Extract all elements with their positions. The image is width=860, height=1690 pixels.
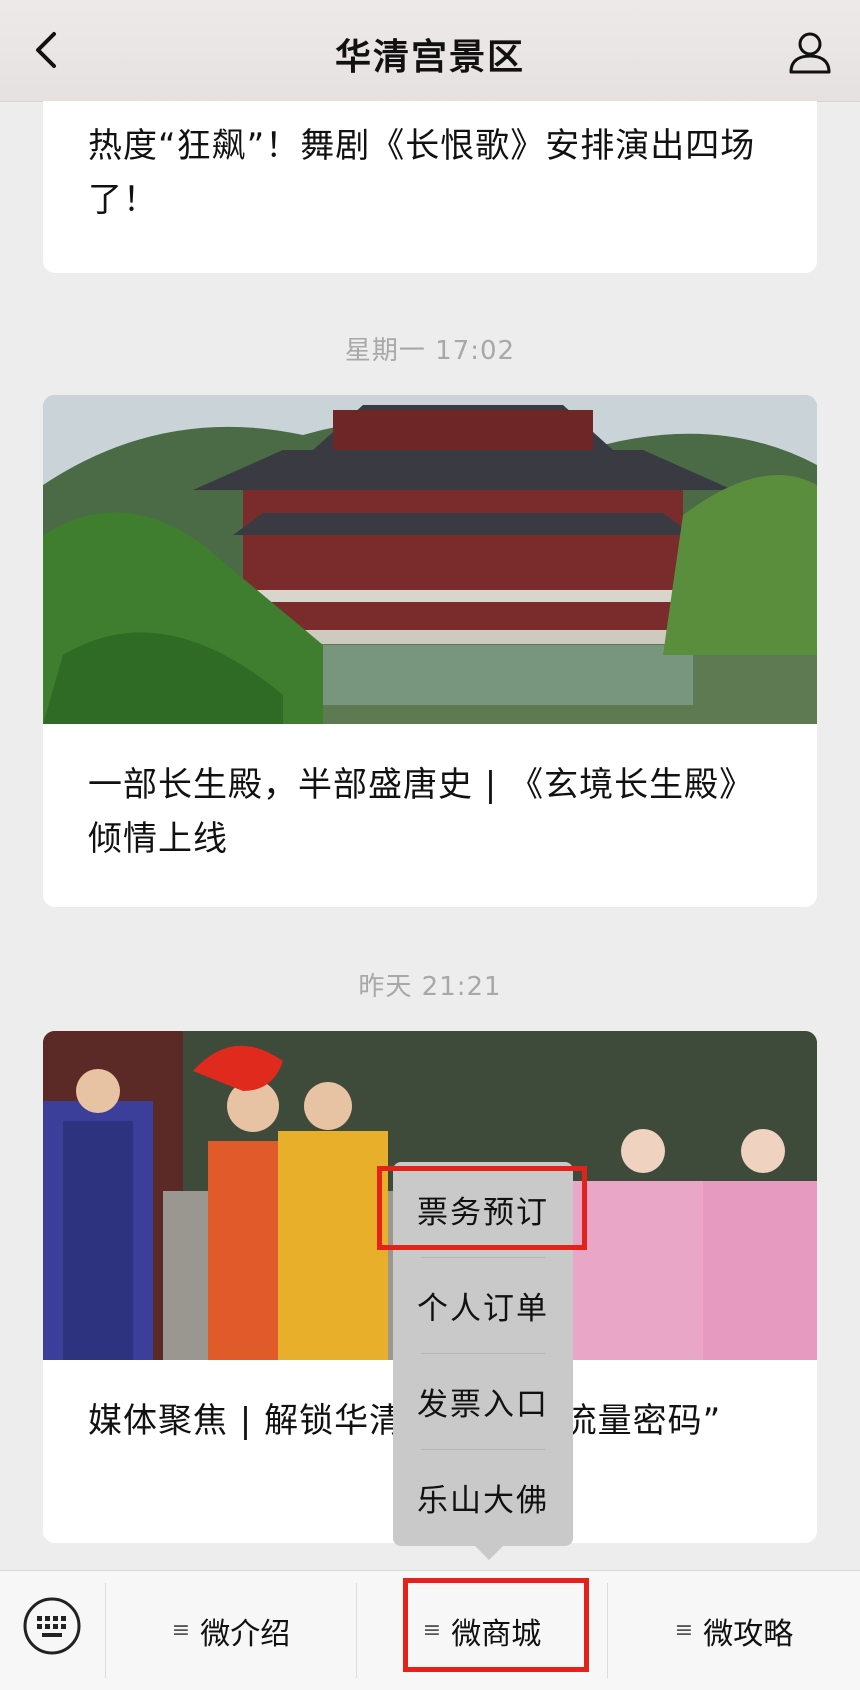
menu-pointer <box>475 1546 503 1560</box>
person-icon[interactable] <box>786 28 834 76</box>
highlight-box-mall-tab <box>403 1578 589 1672</box>
highlight-box-ticket-booking <box>377 1166 587 1250</box>
menu-item-invoice[interactable]: 发票入口 <box>393 1354 573 1449</box>
palace-photo <box>43 395 817 724</box>
menu-lines-icon: ≡ <box>171 1618 191 1643</box>
tab-label: 微介绍 <box>200 1616 291 1652</box>
menu-lines-icon: ≡ <box>674 1618 694 1643</box>
article-timestamp: 星期一 17:02 <box>344 336 516 366</box>
tab-guide[interactable]: ≡ 微攻略 <box>608 1571 860 1690</box>
article-card[interactable]: 热度“狂飙”！舞剧《长恨歌》安排演出四场了！ <box>43 101 817 273</box>
article-timestamp: 昨天 21:21 <box>358 972 502 1002</box>
page-title: 华清宫景区 <box>334 37 525 78</box>
article-title: 热度“狂飙”！舞剧《长恨歌》安排演出四场了！ <box>88 126 756 220</box>
article-title: 一部长生殿，半部盛唐史 | 《玄境长生殿》倾情上线 <box>88 765 755 859</box>
tab-label: 微攻略 <box>703 1616 794 1652</box>
top-bar: 华清宫景区 <box>0 0 860 102</box>
article-card[interactable]: 一部长生殿，半部盛唐史 | 《玄境长生殿》倾情上线 <box>43 395 817 907</box>
keyboard-icon[interactable] <box>22 1596 82 1656</box>
menu-item-leshan-buddha[interactable]: 乐山大佛 <box>393 1450 573 1545</box>
tab-about[interactable]: ≡ 微介绍 <box>106 1571 356 1690</box>
menu-item-my-orders[interactable]: 个人订单 <box>393 1258 573 1353</box>
